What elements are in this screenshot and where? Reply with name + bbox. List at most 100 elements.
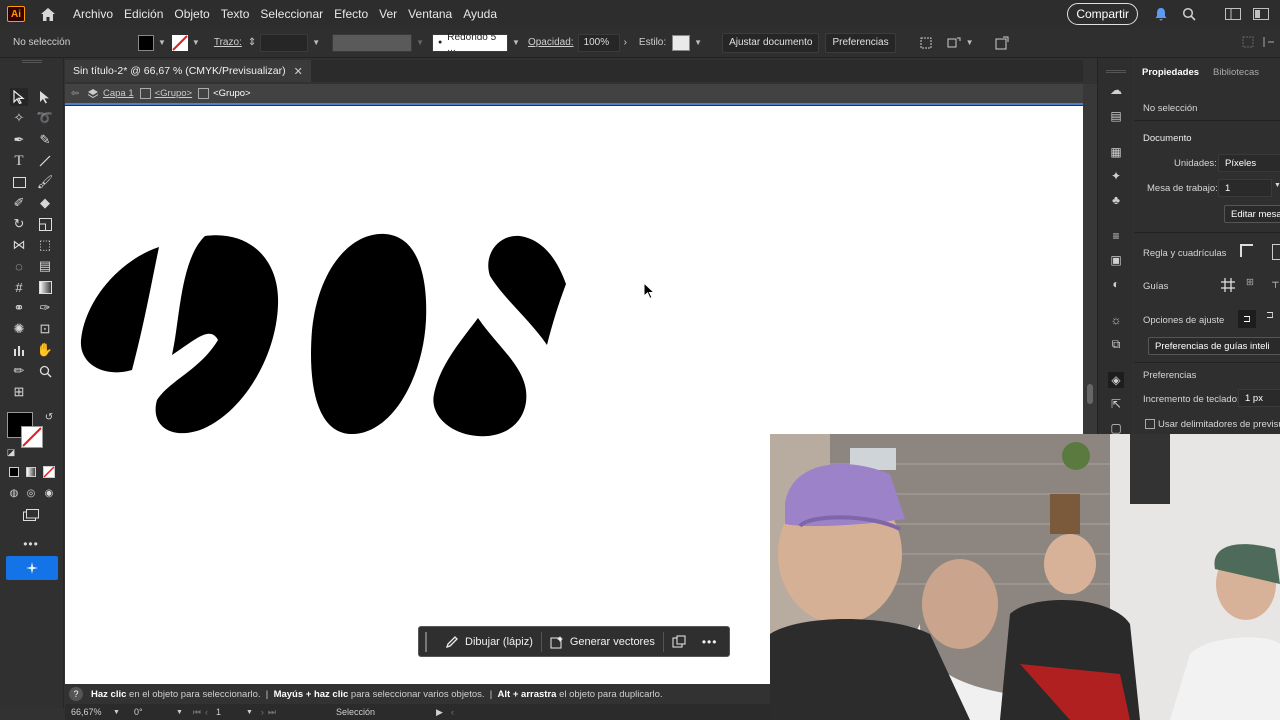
gradient-panel-icon[interactable]: ▣	[1108, 252, 1124, 268]
dock-grip[interactable]	[1106, 70, 1126, 73]
chevron-down-icon[interactable]: ▼	[158, 38, 166, 47]
screen-mode-icon[interactable]	[22, 506, 40, 524]
chevron-down-icon[interactable]: ▼	[113, 709, 120, 716]
snap-pixel-icon[interactable]: ⊐	[1266, 310, 1280, 328]
scroll-thumb[interactable]	[1087, 384, 1093, 404]
draw-normal-icon[interactable]: ◍	[5, 484, 23, 502]
generate-vectors-button[interactable]: Generar vectores	[542, 627, 663, 656]
variable-width-field[interactable]	[332, 33, 413, 52]
stroke-stepper-icon[interactable]: ⇕	[248, 37, 256, 48]
gradient-mode-icon[interactable]	[22, 463, 40, 481]
artboard-number[interactable]: 1	[216, 707, 246, 717]
workspace-icon[interactable]	[1224, 5, 1242, 23]
eyedropper-icon[interactable]: ✑	[36, 299, 54, 317]
draw-behind-icon[interactable]: ◎	[22, 484, 40, 502]
next-artboard-icon[interactable]: ›	[261, 707, 264, 717]
align-icon[interactable]	[918, 35, 934, 51]
chevron-down-icon[interactable]: ▼	[512, 38, 520, 47]
perspective-grid-icon[interactable]: ▤	[36, 257, 54, 275]
search-icon[interactable]	[1180, 5, 1198, 23]
chevron-down-icon[interactable]: ▼	[192, 38, 200, 47]
more-options-icon[interactable]: •••	[694, 627, 726, 656]
panel-menu-icon[interactable]	[1262, 36, 1274, 48]
fill-stroke-widget[interactable]	[7, 408, 43, 448]
panel-toggle-icon[interactable]	[1242, 36, 1254, 48]
scroll-left-icon[interactable]: ‹	[451, 707, 454, 717]
edit-artboards-button[interactable]: Editar mesas	[1224, 205, 1280, 223]
preferences-button[interactable]: Preferencias	[825, 32, 896, 53]
slice-tool-icon[interactable]: ✏	[10, 362, 28, 380]
style-swatch[interactable]	[672, 34, 691, 51]
toolbar-grip[interactable]	[22, 60, 42, 63]
blend-tool-icon[interactable]: ⚭	[10, 299, 28, 317]
lock-guides-icon[interactable]: ⊞	[1246, 277, 1262, 293]
swap-colors-icon[interactable]: ↺	[40, 408, 58, 426]
help-icon[interactable]: ?	[69, 687, 83, 701]
first-artboard-icon[interactable]: ⏮	[193, 707, 201, 718]
stroke-weight-input[interactable]	[260, 33, 309, 52]
smart-guides-icon[interactable]: ┬	[1272, 277, 1280, 293]
chevron-down-icon[interactable]: ▼	[176, 709, 183, 716]
stroke-panel-icon[interactable]: ≡	[1108, 228, 1124, 244]
menu-ver[interactable]: Ver	[379, 7, 397, 21]
rectangle-tool-icon[interactable]	[10, 173, 28, 191]
transparency-icon[interactable]: ◐	[1108, 276, 1124, 292]
chevron-down-icon[interactable]: ▼	[246, 709, 253, 716]
opacity-input[interactable]: 100%	[577, 33, 620, 52]
column-graph-icon[interactable]	[10, 341, 28, 359]
zoom-tool-icon[interactable]	[36, 362, 54, 380]
selection-tool-icon[interactable]	[10, 88, 28, 106]
line-tool-icon[interactable]	[36, 152, 54, 170]
rotate-tool-icon[interactable]: ↻	[10, 215, 28, 233]
mesh-tool-icon[interactable]: #	[10, 278, 28, 296]
default-colors-icon[interactable]: ◪	[2, 443, 20, 461]
smart-guides-prefs-button[interactable]: Preferencias de guías inteli	[1148, 337, 1280, 355]
prev-artboard-icon[interactable]: ‹	[205, 707, 208, 717]
chevron-down-icon[interactable]: ▼	[416, 38, 424, 47]
hand-tool-icon[interactable]: ✋	[36, 341, 54, 359]
menu-efecto[interactable]: Efecto	[334, 7, 368, 21]
adjust-document-button[interactable]: Ajustar documento	[722, 32, 820, 53]
share-button[interactable]: Compartir	[1067, 3, 1138, 25]
artboard-select[interactable]: 1	[1218, 179, 1272, 197]
appearance-icon[interactable]: ☼	[1108, 312, 1124, 328]
menu-objeto[interactable]: Objeto	[174, 7, 209, 21]
menu-edicion[interactable]: Edición	[124, 7, 163, 21]
shape-builder-icon[interactable]: ◌	[10, 257, 28, 275]
lasso-icon[interactable]: ➰	[36, 109, 54, 127]
home-icon[interactable]	[37, 4, 59, 24]
chevron-down-icon[interactable]: ▼	[1274, 182, 1280, 189]
menu-ayuda[interactable]: Ayuda	[463, 7, 497, 21]
chevron-down-icon[interactable]: ▼	[312, 38, 320, 47]
fill-swatch[interactable]	[138, 34, 154, 51]
back-arrow-icon[interactable]: ⇦	[71, 88, 79, 99]
document-tab[interactable]: Sin título-2* @ 66,67 % (CMYK/Previsuali…	[65, 60, 311, 82]
magic-wand-icon[interactable]: ✧	[10, 109, 28, 127]
paintbrush-tool-icon[interactable]: 🖌	[36, 173, 54, 191]
draw-pencil-button[interactable]: Dibujar (lápiz)	[437, 627, 541, 656]
shaper-tool-icon[interactable]: ✐	[10, 194, 28, 212]
transform-icon[interactable]	[946, 35, 962, 51]
taskbar-grip[interactable]	[425, 631, 429, 652]
artboard-tool-icon[interactable]: ⊡	[36, 320, 54, 338]
swatches-icon[interactable]: ▦	[1108, 144, 1124, 160]
none-mode-icon[interactable]	[40, 463, 58, 481]
tab-libraries[interactable]: Bibliotecas	[1213, 67, 1259, 84]
show-guides-icon[interactable]	[1220, 277, 1236, 293]
menu-seleccionar[interactable]: Seleccionar	[260, 7, 323, 21]
chevron-down-icon[interactable]: ▼	[694, 38, 702, 47]
rotation-value[interactable]: 0°	[134, 707, 176, 717]
width-tool-icon[interactable]: ⋈	[10, 236, 28, 254]
more-tools-icon[interactable]: •••	[22, 535, 40, 553]
eraser-tool-icon[interactable]: ◆	[36, 194, 54, 212]
preview-bounds-checkbox[interactable]	[1145, 419, 1155, 429]
draw-inside-icon[interactable]: ◉	[40, 484, 58, 502]
brushes-icon[interactable]: ✦	[1108, 168, 1124, 184]
pen-tool-icon[interactable]: ✒	[10, 131, 28, 149]
color-mode-icon[interactable]	[5, 463, 23, 481]
stroke-color-swatch[interactable]	[21, 426, 43, 448]
units-select[interactable]: Píxeles	[1218, 154, 1280, 172]
curvature-tool-icon[interactable]: ✎	[36, 131, 54, 149]
type-tool-icon[interactable]: T	[10, 152, 28, 170]
snap-point-icon[interactable]: ⊐	[1238, 310, 1256, 328]
